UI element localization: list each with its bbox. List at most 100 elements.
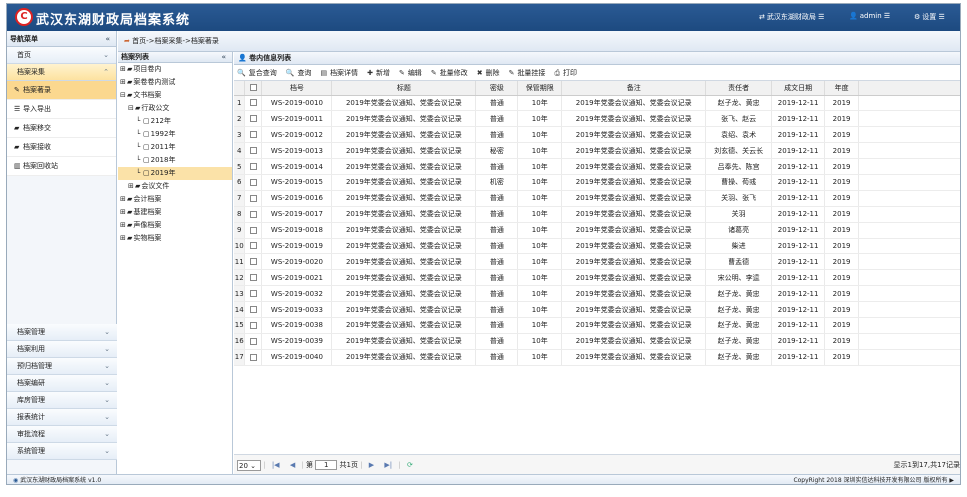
- table-row[interactable]: 5 WS-2019-0014 2019年党委会议通知、党委会议记录 普通 10年 2019…: [234, 158, 960, 175]
- table-row[interactable]: 14 WS-2019-0033 2019年党委会议通知、党委会议记录 普通 10年 201…: [234, 301, 960, 318]
- checkbox[interactable]: [249, 306, 257, 314]
- nav-group-collection[interactable]: 档案采集 ⌃: [7, 64, 116, 81]
- toolbar-button[interactable]: ▤ 档案详情: [320, 65, 358, 81]
- checkbox[interactable]: [249, 131, 257, 139]
- table-row[interactable]: 10 WS-2019-0019 2019年党委会议通知、党委会议记录 普通 10年 201…: [234, 238, 960, 255]
- nav-group-warehouse[interactable]: 库房管理 ⌄: [7, 392, 117, 409]
- column-header[interactable]: 备注: [561, 81, 707, 96]
- first-page-icon[interactable]: |◀: [272, 455, 280, 475]
- nav-item-recycle-bin[interactable]: ▥ 档案回收站: [7, 157, 116, 176]
- nav-group-compilation[interactable]: 档案编研 ⌄: [7, 375, 117, 392]
- tree-node[interactable]: ⊞▰基建档案: [118, 206, 232, 219]
- toolbar-button[interactable]: ✎ 批量修改: [431, 65, 468, 81]
- page-number-input[interactable]: 1: [315, 460, 338, 470]
- nav-group-reports[interactable]: 报表统计 ⌄: [7, 409, 117, 426]
- tree-node[interactable]: ⊞▰声像档案: [118, 219, 232, 232]
- page-size-select[interactable]: 20 ⌄: [237, 459, 261, 471]
- checkbox[interactable]: [249, 321, 257, 329]
- nav-group-usage[interactable]: 档案利用 ⌄: [7, 341, 117, 358]
- column-header[interactable]: 密级: [475, 81, 519, 96]
- checkbox[interactable]: [249, 258, 257, 266]
- checkbox[interactable]: [249, 242, 257, 250]
- user-menu-button[interactable]: 👤 admin ☰: [849, 12, 890, 20]
- table-row[interactable]: 15 WS-2019-0038 2019年党委会议通知、党委会议记录 普通 10年 201…: [234, 317, 960, 334]
- column-header[interactable]: 保管期限: [517, 81, 563, 96]
- checkbox[interactable]: [249, 274, 257, 282]
- row-checkbox-cell[interactable]: [244, 158, 263, 175]
- toolbar-button[interactable]: 🔍 查询: [286, 65, 312, 81]
- expand-toggle-icon[interactable]: ⊞: [120, 232, 127, 245]
- checkbox[interactable]: [249, 178, 257, 186]
- tree-node[interactable]: └ ▢2011年: [118, 141, 232, 154]
- expand-toggle-icon[interactable]: ⊞: [120, 193, 127, 206]
- checkbox[interactable]: [249, 147, 257, 155]
- nav-group-system[interactable]: 系统管理 ⌄: [7, 443, 117, 460]
- checkbox[interactable]: [249, 115, 257, 123]
- row-checkbox-cell[interactable]: [244, 333, 263, 350]
- toolbar-button[interactable]: ✖ 删除: [477, 65, 500, 81]
- prev-page-icon[interactable]: ◀: [290, 455, 295, 475]
- expand-toggle-icon[interactable]: ⊞: [120, 76, 127, 89]
- table-row[interactable]: 9 WS-2019-0018 2019年党委会议通知、党委会议记录 普通 10年 2019…: [234, 222, 960, 239]
- table-row[interactable]: 7 WS-2019-0016 2019年党委会议通知、党委会议记录 普通 10年 2019…: [234, 190, 960, 207]
- column-header[interactable]: 档号: [261, 81, 333, 96]
- column-header[interactable]: 成文日期: [771, 81, 826, 96]
- table-row[interactable]: 11 WS-2019-0020 2019年党委会议通知、党委会议记录 普通 10年 201…: [234, 253, 960, 271]
- checkbox[interactable]: [249, 290, 257, 298]
- settings-button[interactable]: ⚙ 设置 ☰: [914, 12, 945, 22]
- row-checkbox-cell[interactable]: [244, 222, 263, 239]
- tree-node[interactable]: └ ▢1992年: [118, 128, 232, 141]
- row-checkbox-cell[interactable]: [244, 190, 263, 207]
- tree-node[interactable]: ⊞▰实物档案: [118, 232, 232, 245]
- checkbox[interactable]: [249, 99, 257, 107]
- nav-item-receive[interactable]: ▰ 档案接收: [7, 138, 116, 157]
- tree-node[interactable]: ⊟▰文书档案: [118, 89, 232, 102]
- checkbox[interactable]: [249, 353, 257, 361]
- nav-group-management[interactable]: 档案管理 ⌄: [7, 324, 117, 341]
- row-checkbox-cell[interactable]: [244, 349, 263, 366]
- nav-group-pre-archive[interactable]: 预归档管理 ⌄: [7, 358, 117, 375]
- next-page-icon[interactable]: ▶: [369, 455, 374, 475]
- table-row[interactable]: 16 WS-2019-0039 2019年党委会议通知、党委会议记录 普通 10年 201…: [234, 333, 960, 350]
- nav-item-archive-entry[interactable]: ✎ 档案著录: [7, 81, 116, 100]
- switch-org-button[interactable]: ⇄ 武汉东湖财政局 ☰: [759, 12, 824, 22]
- expand-toggle-icon[interactable]: ⊞: [120, 206, 127, 219]
- nav-group-approval[interactable]: 审批流程 ⌄: [7, 426, 117, 443]
- tree-node[interactable]: ⊞▰案卷卷内测试: [118, 76, 232, 89]
- row-checkbox-cell[interactable]: [244, 110, 263, 128]
- tree-node[interactable]: ⊞▰会议文件: [118, 180, 232, 193]
- row-checkbox-cell[interactable]: [244, 126, 263, 144]
- toolbar-button[interactable]: 🔍 复合查询: [237, 65, 277, 81]
- tree-node[interactable]: └ ▢2019年: [118, 167, 232, 180]
- row-checkbox-cell[interactable]: [244, 301, 263, 318]
- row-checkbox-cell[interactable]: [244, 238, 263, 255]
- tree-node[interactable]: ⊞▰会计档案: [118, 193, 232, 206]
- tree-node[interactable]: └ ▢2018年: [118, 154, 232, 167]
- collapse-nav-icon[interactable]: «: [105, 31, 110, 47]
- table-row[interactable]: 8 WS-2019-0017 2019年党委会议通知、党委会议记录 普通 10年 2019…: [234, 206, 960, 223]
- collapse-tree-icon[interactable]: «: [221, 52, 226, 63]
- tree-node[interactable]: ⊟▰行政公文: [118, 102, 232, 115]
- row-checkbox-cell[interactable]: [244, 206, 263, 223]
- expand-toggle-icon[interactable]: ⊞: [120, 63, 127, 76]
- checkbox[interactable]: [249, 84, 257, 92]
- toolbar-button[interactable]: ⎙ 打印: [554, 65, 577, 81]
- collapse-toggle-icon[interactable]: ⊟: [128, 102, 135, 115]
- table-row[interactable]: 4 WS-2019-0013 2019年党委会议通知、党委会议记录 秘密 10年 2019…: [234, 142, 960, 160]
- nav-item-import-export[interactable]: ☰ 导入导出: [7, 100, 116, 119]
- select-all-checkbox[interactable]: [244, 81, 263, 96]
- row-checkbox-cell[interactable]: [244, 142, 263, 160]
- collapse-toggle-icon[interactable]: ⊟: [120, 89, 127, 102]
- checkbox[interactable]: [249, 226, 257, 234]
- toolbar-button[interactable]: ✎ 编辑: [399, 65, 422, 81]
- nav-item-transfer[interactable]: ▰ 档案移交: [7, 119, 116, 138]
- table-row[interactable]: 1 WS-2019-0010 2019年党委会议通知、党委会议记录 普通 10年 2019…: [234, 95, 960, 112]
- expand-toggle-icon[interactable]: ⊞: [120, 219, 127, 232]
- row-checkbox-cell[interactable]: [244, 174, 263, 191]
- table-row[interactable]: 17 WS-2019-0040 2019年党委会议通知、党委会议记录 普通 10年 201…: [234, 349, 960, 366]
- table-row[interactable]: 12 WS-2019-0021 2019年党委会议通知、党委会议记录 普通 10年 201…: [234, 269, 960, 287]
- row-checkbox-cell[interactable]: [244, 269, 263, 287]
- column-header[interactable]: 标题: [331, 81, 477, 96]
- expand-toggle-icon[interactable]: ⊞: [128, 180, 135, 193]
- checkbox[interactable]: [249, 194, 257, 202]
